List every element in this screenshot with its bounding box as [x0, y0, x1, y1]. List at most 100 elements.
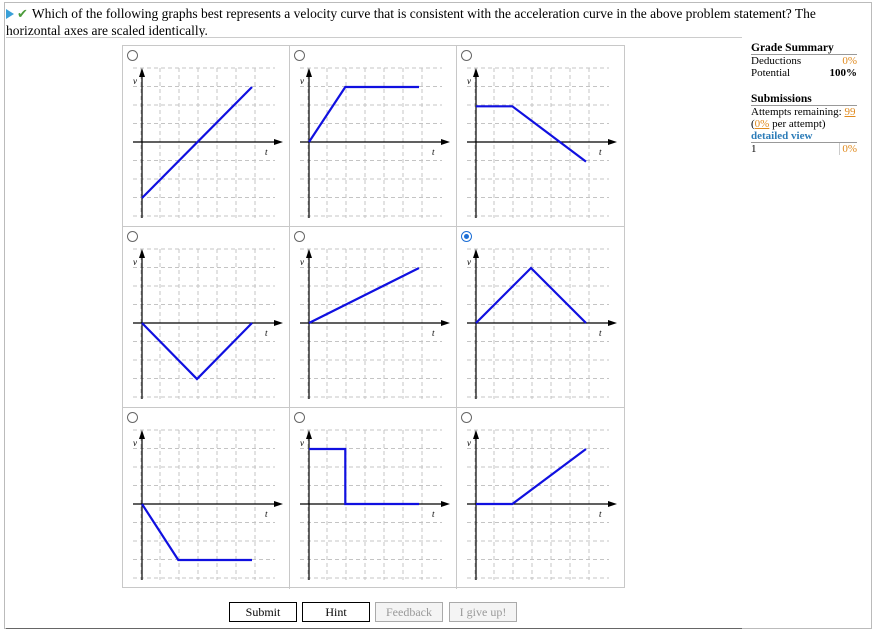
answer-radio-G[interactable] — [127, 412, 138, 423]
bottom-rule — [6, 628, 742, 629]
answer-radio-D[interactable] — [127, 231, 138, 242]
detailed-view-link[interactable]: detailed view — [751, 130, 857, 143]
submit-button[interactable]: Submit — [229, 602, 297, 622]
answer-radio-H[interactable] — [294, 412, 305, 423]
v-axis-arrow — [473, 430, 479, 439]
answer-radio-F[interactable] — [461, 231, 472, 242]
submission-row: 1 0% — [751, 143, 857, 155]
potential-value: 100% — [829, 67, 858, 79]
t-axis-arrow — [608, 320, 617, 326]
answer-option-G[interactable]: vt — [123, 408, 290, 589]
t-axis-arrow — [274, 320, 283, 326]
t-axis-label: t — [432, 328, 435, 338]
graph-gridlines — [467, 248, 609, 399]
velocity-graph: vt — [300, 67, 450, 218]
deductions-row: Deductions 0% — [751, 55, 857, 67]
submission-score: 0% — [839, 143, 857, 155]
hint-button[interactable]: Hint — [302, 602, 370, 622]
velocity-graph: vt — [467, 67, 617, 218]
t-axis-label: t — [432, 147, 435, 157]
t-axis-label: t — [599, 147, 602, 157]
v-axis-label: v — [300, 76, 304, 86]
velocity-graph: vt — [300, 248, 450, 399]
v-axis-label: v — [300, 257, 304, 267]
attempts-row: Attempts remaining: 99 — [751, 106, 857, 118]
v-axis-label: v — [467, 76, 471, 86]
per-attempt-row: (0% per attempt) — [751, 118, 857, 130]
v-axis-label: v — [133, 257, 137, 267]
v-axis-arrow — [306, 249, 312, 258]
t-axis-arrow — [441, 139, 450, 145]
deductions-label: Deductions — [751, 55, 802, 67]
velocity-graph: vt — [300, 429, 450, 580]
v-axis-arrow — [139, 249, 145, 258]
question-separator — [6, 37, 742, 38]
answer-option-D[interactable]: vt — [123, 227, 290, 408]
answer-radio-E[interactable] — [294, 231, 305, 242]
v-axis-arrow — [139, 68, 145, 77]
v-axis-arrow — [306, 68, 312, 77]
v-axis-label: v — [300, 438, 304, 448]
t-axis-label: t — [599, 328, 602, 338]
t-axis-label: t — [432, 509, 435, 519]
velocity-graph: vt — [133, 429, 283, 580]
answer-option-H[interactable]: vt — [290, 408, 457, 589]
per-attempt-value: 0% — [754, 118, 770, 130]
answer-option-C[interactable]: vt — [457, 46, 624, 227]
play-icon[interactable] — [6, 9, 14, 19]
potential-row: Potential 100% — [751, 67, 857, 79]
velocity-graph: vt — [467, 429, 617, 580]
question: ✔ Which of the following graphs best rep… — [6, 6, 856, 39]
t-axis-arrow — [441, 501, 450, 507]
grade-summary: Grade Summary Deductions 0% Potential 10… — [751, 42, 857, 155]
grade-summary-title: Grade Summary — [751, 42, 857, 55]
answer-option-E[interactable]: vt — [290, 227, 457, 408]
t-axis-label: t — [265, 328, 268, 338]
v-axis-arrow — [473, 68, 479, 77]
submissions-title: Submissions — [751, 93, 857, 106]
question-text: Which of the following graphs best repre… — [6, 6, 816, 38]
answer-radio-C[interactable] — [461, 50, 472, 61]
graph-gridlines — [133, 67, 275, 218]
v-axis-label: v — [133, 76, 137, 86]
graph-gridlines — [133, 429, 275, 580]
velocity-graph: vt — [133, 67, 283, 218]
answer-options-grid: vtvtvtvtvtvtvtvtvt — [122, 45, 625, 589]
answer-radio-B[interactable] — [294, 50, 305, 61]
t-axis-arrow — [274, 501, 283, 507]
graph-gridlines — [467, 67, 609, 218]
v-axis-label: v — [467, 257, 471, 267]
question-status-icons: ✔ — [6, 6, 28, 23]
submission-number: 1 — [751, 143, 757, 155]
t-axis-arrow — [274, 139, 283, 145]
answer-option-A[interactable]: vt — [123, 46, 290, 227]
t-axis-label: t — [265, 147, 268, 157]
answer-option-B[interactable]: vt — [290, 46, 457, 227]
deductions-value: 0% — [842, 55, 857, 67]
t-axis-arrow — [608, 501, 617, 507]
feedback-button[interactable]: Feedback — [375, 602, 443, 622]
per-attempt-text: per attempt) — [769, 118, 826, 130]
t-axis-arrow — [608, 139, 617, 145]
attempts-label: Attempts remaining: — [751, 106, 842, 118]
t-axis-label: t — [265, 509, 268, 519]
answer-option-F[interactable]: vt — [457, 227, 624, 408]
attempts-value: 99 — [844, 106, 856, 118]
t-axis-label: t — [599, 509, 602, 519]
graph-gridlines — [300, 248, 442, 399]
answer-radio-I[interactable] — [461, 412, 472, 423]
v-axis-arrow — [139, 430, 145, 439]
graph-gridlines — [300, 67, 442, 218]
graph-gridlines — [133, 248, 275, 399]
checkmark-icon: ✔ — [17, 7, 28, 22]
velocity-graph: vt — [467, 248, 617, 399]
v-axis-arrow — [306, 430, 312, 439]
answer-radio-A[interactable] — [127, 50, 138, 61]
velocity-graph: vt — [133, 248, 283, 399]
potential-label: Potential — [751, 67, 791, 79]
give-up-button[interactable]: I give up! — [449, 602, 517, 622]
v-axis-arrow — [473, 249, 479, 258]
v-axis-label: v — [133, 438, 137, 448]
answer-option-I[interactable]: vt — [457, 408, 624, 589]
t-axis-arrow — [441, 320, 450, 326]
